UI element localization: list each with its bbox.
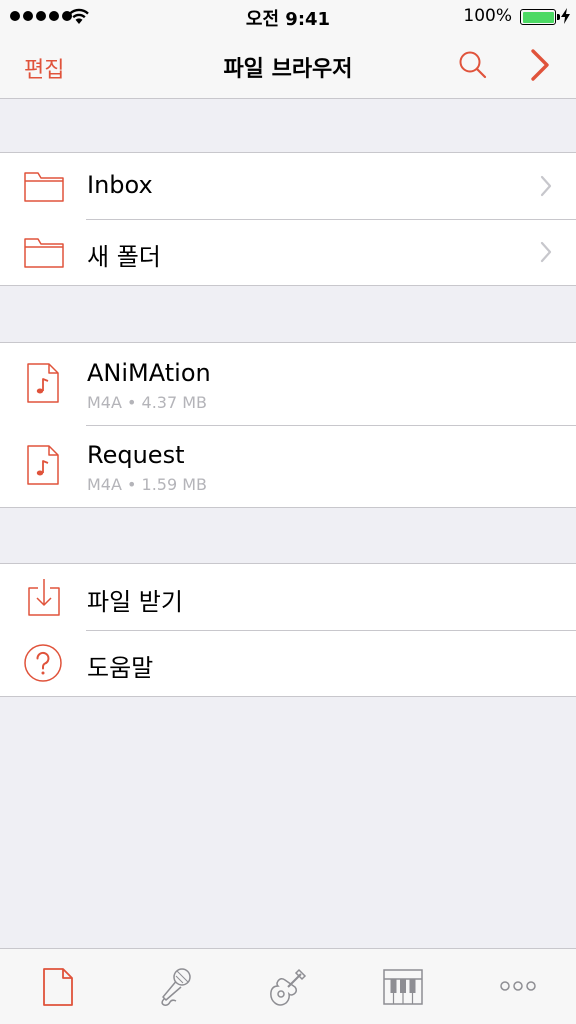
folder-icon [24, 172, 64, 202]
help-icon [24, 644, 62, 682]
help-item[interactable]: 도움말 [0, 630, 576, 696]
chevron-right-icon [540, 175, 552, 197]
file-item-request[interactable]: Request M4A • 1.59 MB [0, 425, 576, 507]
chevron-right-icon [540, 241, 552, 263]
file-list: ANiMAtion M4A • 4.37 MB Request M4A • 1.… [0, 342, 576, 508]
navigation-bar: 편집 파일 브라우저 [0, 34, 576, 99]
battery-icon [520, 9, 560, 25]
action-label: 파일 받기 [87, 588, 183, 616]
chevron-right-icon[interactable] [528, 48, 552, 82]
charging-bolt-icon [561, 8, 570, 24]
download-icon [28, 579, 60, 616]
folder-list: Inbox 새 폴더 [0, 152, 576, 286]
file-name: ANiMAtion [87, 359, 211, 387]
file-name: Request [87, 441, 185, 469]
search-icon[interactable] [458, 50, 488, 80]
folder-item-new-folder[interactable]: 새 폴더 [0, 219, 576, 285]
file-item-animation[interactable]: ANiMAtion M4A • 4.37 MB [0, 343, 576, 425]
microphone-icon[interactable] [156, 967, 192, 1007]
folder-icon [24, 238, 64, 268]
page-title: 파일 브라우저 [223, 57, 353, 82]
tab-bar [0, 948, 576, 1024]
more-icon[interactable] [500, 980, 536, 992]
action-list: 파일 받기 도움말 [0, 563, 576, 697]
action-label: 도움말 [87, 654, 154, 682]
battery-percent: 100% [463, 6, 512, 26]
folder-label: 새 폴더 [87, 243, 161, 271]
document-icon[interactable] [43, 968, 73, 1006]
piano-icon[interactable] [383, 969, 423, 1005]
guitar-icon[interactable] [268, 967, 308, 1007]
music-file-icon [27, 445, 59, 485]
folder-item-inbox[interactable]: Inbox [0, 153, 576, 219]
status-bar: 오전 9:41 100% [0, 0, 576, 34]
music-file-icon [27, 363, 59, 403]
file-meta: M4A • 4.37 MB [87, 393, 208, 412]
folder-label: Inbox [87, 171, 153, 199]
file-meta: M4A • 1.59 MB [87, 475, 208, 494]
receive-files-item[interactable]: 파일 받기 [0, 564, 576, 630]
